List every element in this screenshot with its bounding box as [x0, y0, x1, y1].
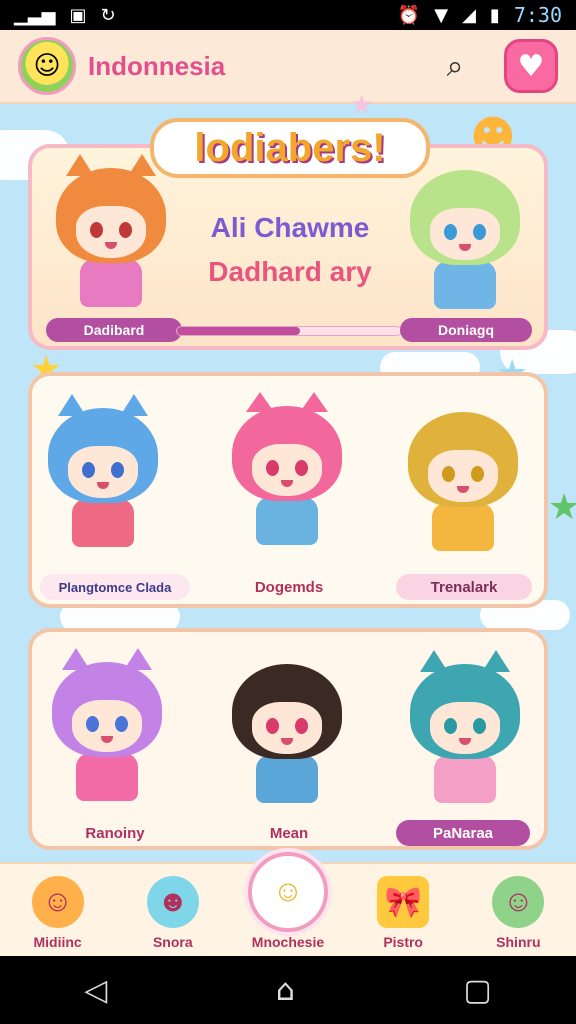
status-time: 7:30: [513, 3, 562, 27]
recents-icon[interactable]: ▢: [463, 973, 491, 1008]
nav-label: Shinru: [496, 934, 541, 950]
progress-fill: [177, 327, 301, 335]
left-pill-label[interactable]: Dadibard: [46, 318, 182, 342]
character-label[interactable]: Ranoiny: [60, 820, 170, 846]
nav-item-5[interactable]: ☺ Shinru: [468, 876, 568, 950]
featured-progress-row: Dadibard Doniagq: [46, 318, 532, 342]
signal-bars-icon: ▁▃▅: [14, 4, 56, 26]
chibi-teal-cat[interactable]: [410, 650, 520, 803]
nav-label: Midiinc: [33, 934, 82, 950]
alarm-icon: ⏰: [397, 4, 421, 26]
character-label[interactable]: PaNaraa: [396, 820, 530, 846]
character-label[interactable]: Trenalark: [396, 574, 532, 600]
back-icon[interactable]: ◁: [84, 973, 107, 1008]
nav-item-1[interactable]: ☺ Midiinc: [8, 876, 108, 950]
chibi-pink-demon[interactable]: [232, 392, 342, 545]
sync-icon: ↻: [100, 4, 116, 26]
featured-line-2: Dadhard ary: [208, 256, 372, 287]
heart-icon: ♥: [517, 48, 545, 84]
character-label[interactable]: Dogemds: [226, 574, 352, 600]
cell-signal-icon: ◢: [462, 4, 476, 26]
gift-bag-icon: 🎀: [377, 876, 430, 928]
search-icon: ⌕: [446, 48, 464, 84]
nav-item-2[interactable]: ☻ Snora: [123, 876, 223, 950]
nav-item-3-active[interactable]: ☺ Mnochesie: [238, 852, 338, 950]
character-label[interactable]: Mean: [246, 820, 332, 846]
battery-icon: ▮: [489, 4, 500, 26]
app-header: ☺ Indonnesia ⌕ ♥: [0, 30, 576, 104]
favorites-button[interactable]: ♥: [504, 39, 558, 93]
chibi-orange-fox[interactable]: [56, 154, 166, 307]
image-notification-icon: ▣: [69, 4, 87, 26]
green-character-icon: ☺: [492, 876, 545, 928]
status-left: ▁▃▅ ▣ ↻: [14, 5, 116, 26]
status-bar: ▁▃▅ ▣ ↻ ⏰ ▼ ◢ ▮ 7:30: [0, 0, 576, 30]
progress-bar: [176, 326, 402, 336]
home-icon[interactable]: ⌂: [276, 973, 295, 1008]
blue-blob-icon: ☻: [146, 876, 199, 928]
orange-cat-icon: ☺: [31, 876, 84, 928]
chibi-purple-cat[interactable]: [52, 648, 162, 801]
app-logo-icon: ☺: [18, 37, 76, 95]
system-nav-bar: ◁ ⌂ ▢: [0, 956, 576, 1024]
nav-label: Snora: [152, 934, 193, 950]
chibi-blonde-girl[interactable]: [408, 412, 518, 551]
chibi-dark-hair-boy[interactable]: [232, 664, 342, 803]
app-title: Indonnesia: [88, 50, 226, 81]
star-decoration-icon: ★: [350, 90, 374, 120]
nav-label: Pistro: [383, 934, 423, 950]
featured-line-1: Ali Chawme: [210, 212, 370, 243]
chibi-blue-cat[interactable]: [48, 394, 158, 547]
nav-item-4[interactable]: 🎀 Pistro: [353, 876, 453, 950]
search-button[interactable]: ⌕: [428, 39, 482, 93]
chibi-green-girl[interactable]: [410, 170, 520, 309]
character-label[interactable]: Plangtomce Clada: [40, 574, 190, 600]
star-decoration-icon: ★: [548, 487, 576, 528]
yellow-cat-icon: ☺: [247, 852, 328, 932]
nav-label: Mnochesie: [251, 934, 325, 950]
status-right: ⏰ ▼ ◢ ▮ 7:30: [398, 3, 562, 27]
banner-title: lodiabers!: [150, 118, 430, 178]
bottom-nav: ☺ Midiinc ☻ Snora ☺ Mnochesie 🎀 Pistro ☺…: [0, 852, 576, 956]
wifi-icon: ▼: [434, 4, 449, 26]
right-pill-label[interactable]: Doniagq: [400, 318, 532, 342]
